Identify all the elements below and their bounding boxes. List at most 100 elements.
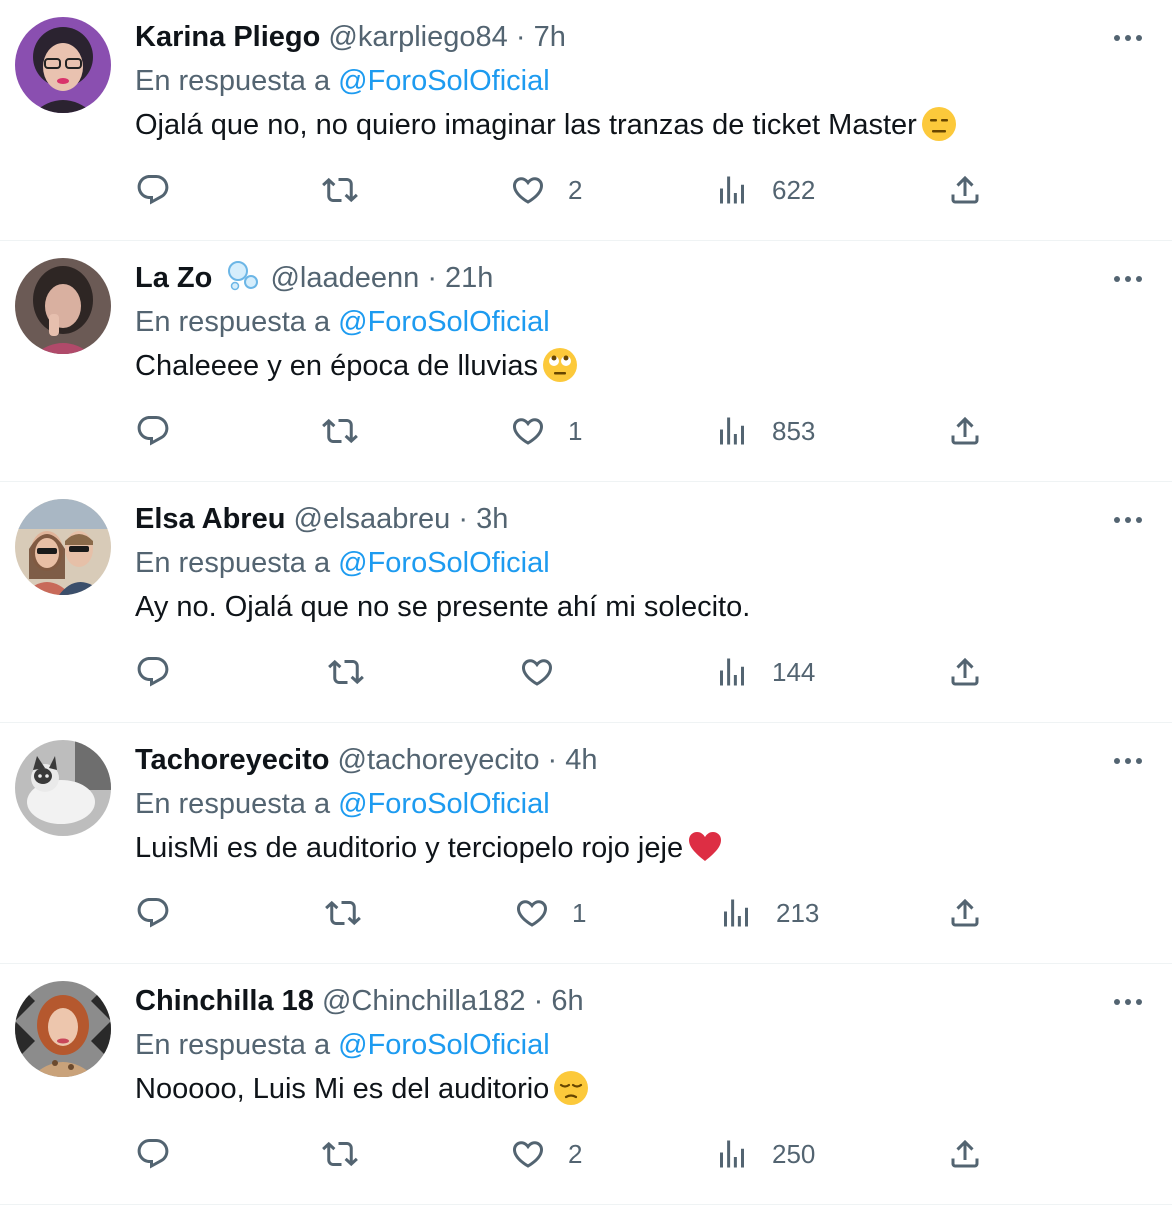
timestamp[interactable]: 21h (445, 262, 493, 294)
bubbles-icon (226, 259, 260, 301)
views-count: 853 (772, 415, 816, 446)
views-icon (724, 899, 748, 927)
retweet-icon (328, 659, 364, 685)
tweet-header: Elsa Abreu @elsaabreu · 3h (135, 500, 508, 538)
views-button[interactable]: 853 (714, 409, 815, 453)
like-button[interactable]: 1 (510, 409, 582, 453)
views-button[interactable]: 250 (714, 1132, 815, 1176)
views-icon (720, 1140, 744, 1168)
reply-icon (137, 416, 169, 446)
share-icon (951, 416, 979, 445)
user-handle[interactable]: @elsaabreu (294, 503, 451, 535)
share-button[interactable] (947, 1132, 983, 1176)
mention-link[interactable]: @ForoSolOficial (338, 1029, 550, 1061)
tweet-header: Karina Pliego @karpliego84 · 7h (135, 18, 566, 56)
mention-link[interactable]: @ForoSolOficial (338, 65, 550, 97)
views-button[interactable]: 622 (714, 168, 815, 212)
reply-context: En respuesta a @ForoSolOficial (135, 62, 550, 100)
reply-icon (137, 1139, 169, 1169)
tweet[interactable]: La Zo @laadeenn · 21h En respuesta a @Fo… (0, 241, 1172, 482)
red-heart-icon (687, 829, 723, 875)
like-count: 1 (568, 415, 583, 446)
tweet-text: Chaleeee y en época de lluvias (135, 347, 578, 393)
timestamp[interactable]: 7h (534, 21, 566, 53)
reply-context: En respuesta a @ForoSolOficial (135, 785, 550, 823)
user-handle[interactable]: @tachoreyecito (338, 744, 540, 776)
avatar[interactable] (15, 499, 111, 595)
mention-link[interactable]: @ForoSolOficial (338, 547, 550, 579)
retweet-button[interactable] (328, 650, 364, 694)
avatar[interactable] (15, 740, 111, 836)
share-button[interactable] (947, 891, 983, 935)
mention-link[interactable]: @ForoSolOficial (338, 788, 550, 820)
like-button[interactable] (519, 650, 577, 694)
display-name[interactable]: La Zo (135, 262, 212, 294)
action-bar: 2 250 (0, 1132, 1172, 1176)
more-icon[interactable] (1112, 267, 1144, 291)
reply-icon (137, 898, 169, 928)
display-name[interactable]: Tachoreyecito (135, 744, 329, 776)
like-button[interactable]: 2 (510, 1132, 582, 1176)
timestamp[interactable]: 3h (476, 503, 508, 535)
user-handle[interactable]: @karpliego84 (328, 21, 507, 53)
retweet-icon (322, 177, 358, 203)
separator: · (547, 744, 558, 776)
user-handle[interactable]: @Chinchilla182 (322, 985, 526, 1017)
retweet-button[interactable] (322, 409, 358, 453)
separator: · (458, 503, 469, 535)
display-name[interactable]: Chinchilla 18 (135, 985, 314, 1017)
avatar[interactable] (15, 17, 111, 113)
views-icon (720, 176, 744, 204)
tweet-text: Nooooo, Luis Mi es del auditorio (135, 1070, 589, 1116)
reply-button[interactable] (135, 1132, 171, 1176)
tweet-text: Ojalá que no, no quiero imaginar las tra… (135, 106, 957, 152)
share-button[interactable] (947, 650, 983, 694)
retweet-button[interactable] (325, 891, 361, 935)
more-icon[interactable] (1112, 508, 1144, 532)
like-icon (512, 1141, 544, 1168)
user-handle[interactable]: @laadeenn (270, 262, 419, 294)
avatar[interactable] (15, 981, 111, 1077)
tweet[interactable]: Karina Pliego @karpliego84 · 7h En respu… (0, 0, 1172, 241)
mention-link[interactable]: @ForoSolOficial (338, 306, 550, 338)
reply-prefix: En respuesta a (135, 547, 339, 579)
retweet-icon (322, 418, 358, 444)
avatar[interactable] (15, 258, 111, 354)
reply-button[interactable] (135, 891, 171, 935)
reply-button[interactable] (135, 650, 171, 694)
share-button[interactable] (947, 168, 983, 212)
more-icon[interactable] (1112, 990, 1144, 1014)
retweet-icon (325, 900, 361, 926)
like-button[interactable]: 1 (514, 891, 586, 935)
retweet-button[interactable] (322, 168, 358, 212)
more-icon[interactable] (1112, 749, 1144, 773)
tweet[interactable]: Elsa Abreu @elsaabreu · 3h En respuesta … (0, 482, 1172, 723)
reply-context: En respuesta a @ForoSolOficial (135, 303, 550, 341)
views-button[interactable]: 144 (714, 650, 815, 694)
reply-prefix: En respuesta a (135, 788, 339, 820)
reply-context: En respuesta a @ForoSolOficial (135, 544, 550, 582)
timestamp[interactable]: 6h (551, 985, 583, 1017)
separator: · (427, 262, 437, 294)
reply-button[interactable] (135, 168, 171, 212)
display-name[interactable]: Karina Pliego (135, 21, 320, 53)
reply-icon (137, 657, 169, 687)
reply-button[interactable] (135, 409, 171, 453)
share-button[interactable] (947, 409, 983, 453)
action-bar: 2 622 (0, 168, 1172, 212)
expressionless-face-icon (921, 106, 957, 152)
tweet-text-content: Nooooo, Luis Mi es del auditorio (135, 1073, 550, 1105)
retweet-icon (322, 1141, 358, 1167)
more-icon[interactable] (1112, 26, 1144, 50)
tweet[interactable]: Tachoreyecito @tachoreyecito · 4h En res… (0, 723, 1172, 964)
like-button[interactable]: 2 (510, 168, 582, 212)
tweet-header: Tachoreyecito @tachoreyecito · 4h (135, 741, 598, 779)
retweet-button[interactable] (322, 1132, 358, 1176)
timestamp[interactable]: 4h (565, 744, 597, 776)
like-count: 2 (568, 1138, 583, 1169)
display-name[interactable]: Elsa Abreu (135, 503, 285, 535)
tweet-text: LuisMi es de auditorio y terciopelo rojo… (135, 829, 723, 875)
views-button[interactable]: 213 (718, 891, 819, 935)
reply-prefix: En respuesta a (135, 306, 339, 338)
tweet[interactable]: Chinchilla 18 @Chinchilla182 · 6h En res… (0, 964, 1172, 1205)
